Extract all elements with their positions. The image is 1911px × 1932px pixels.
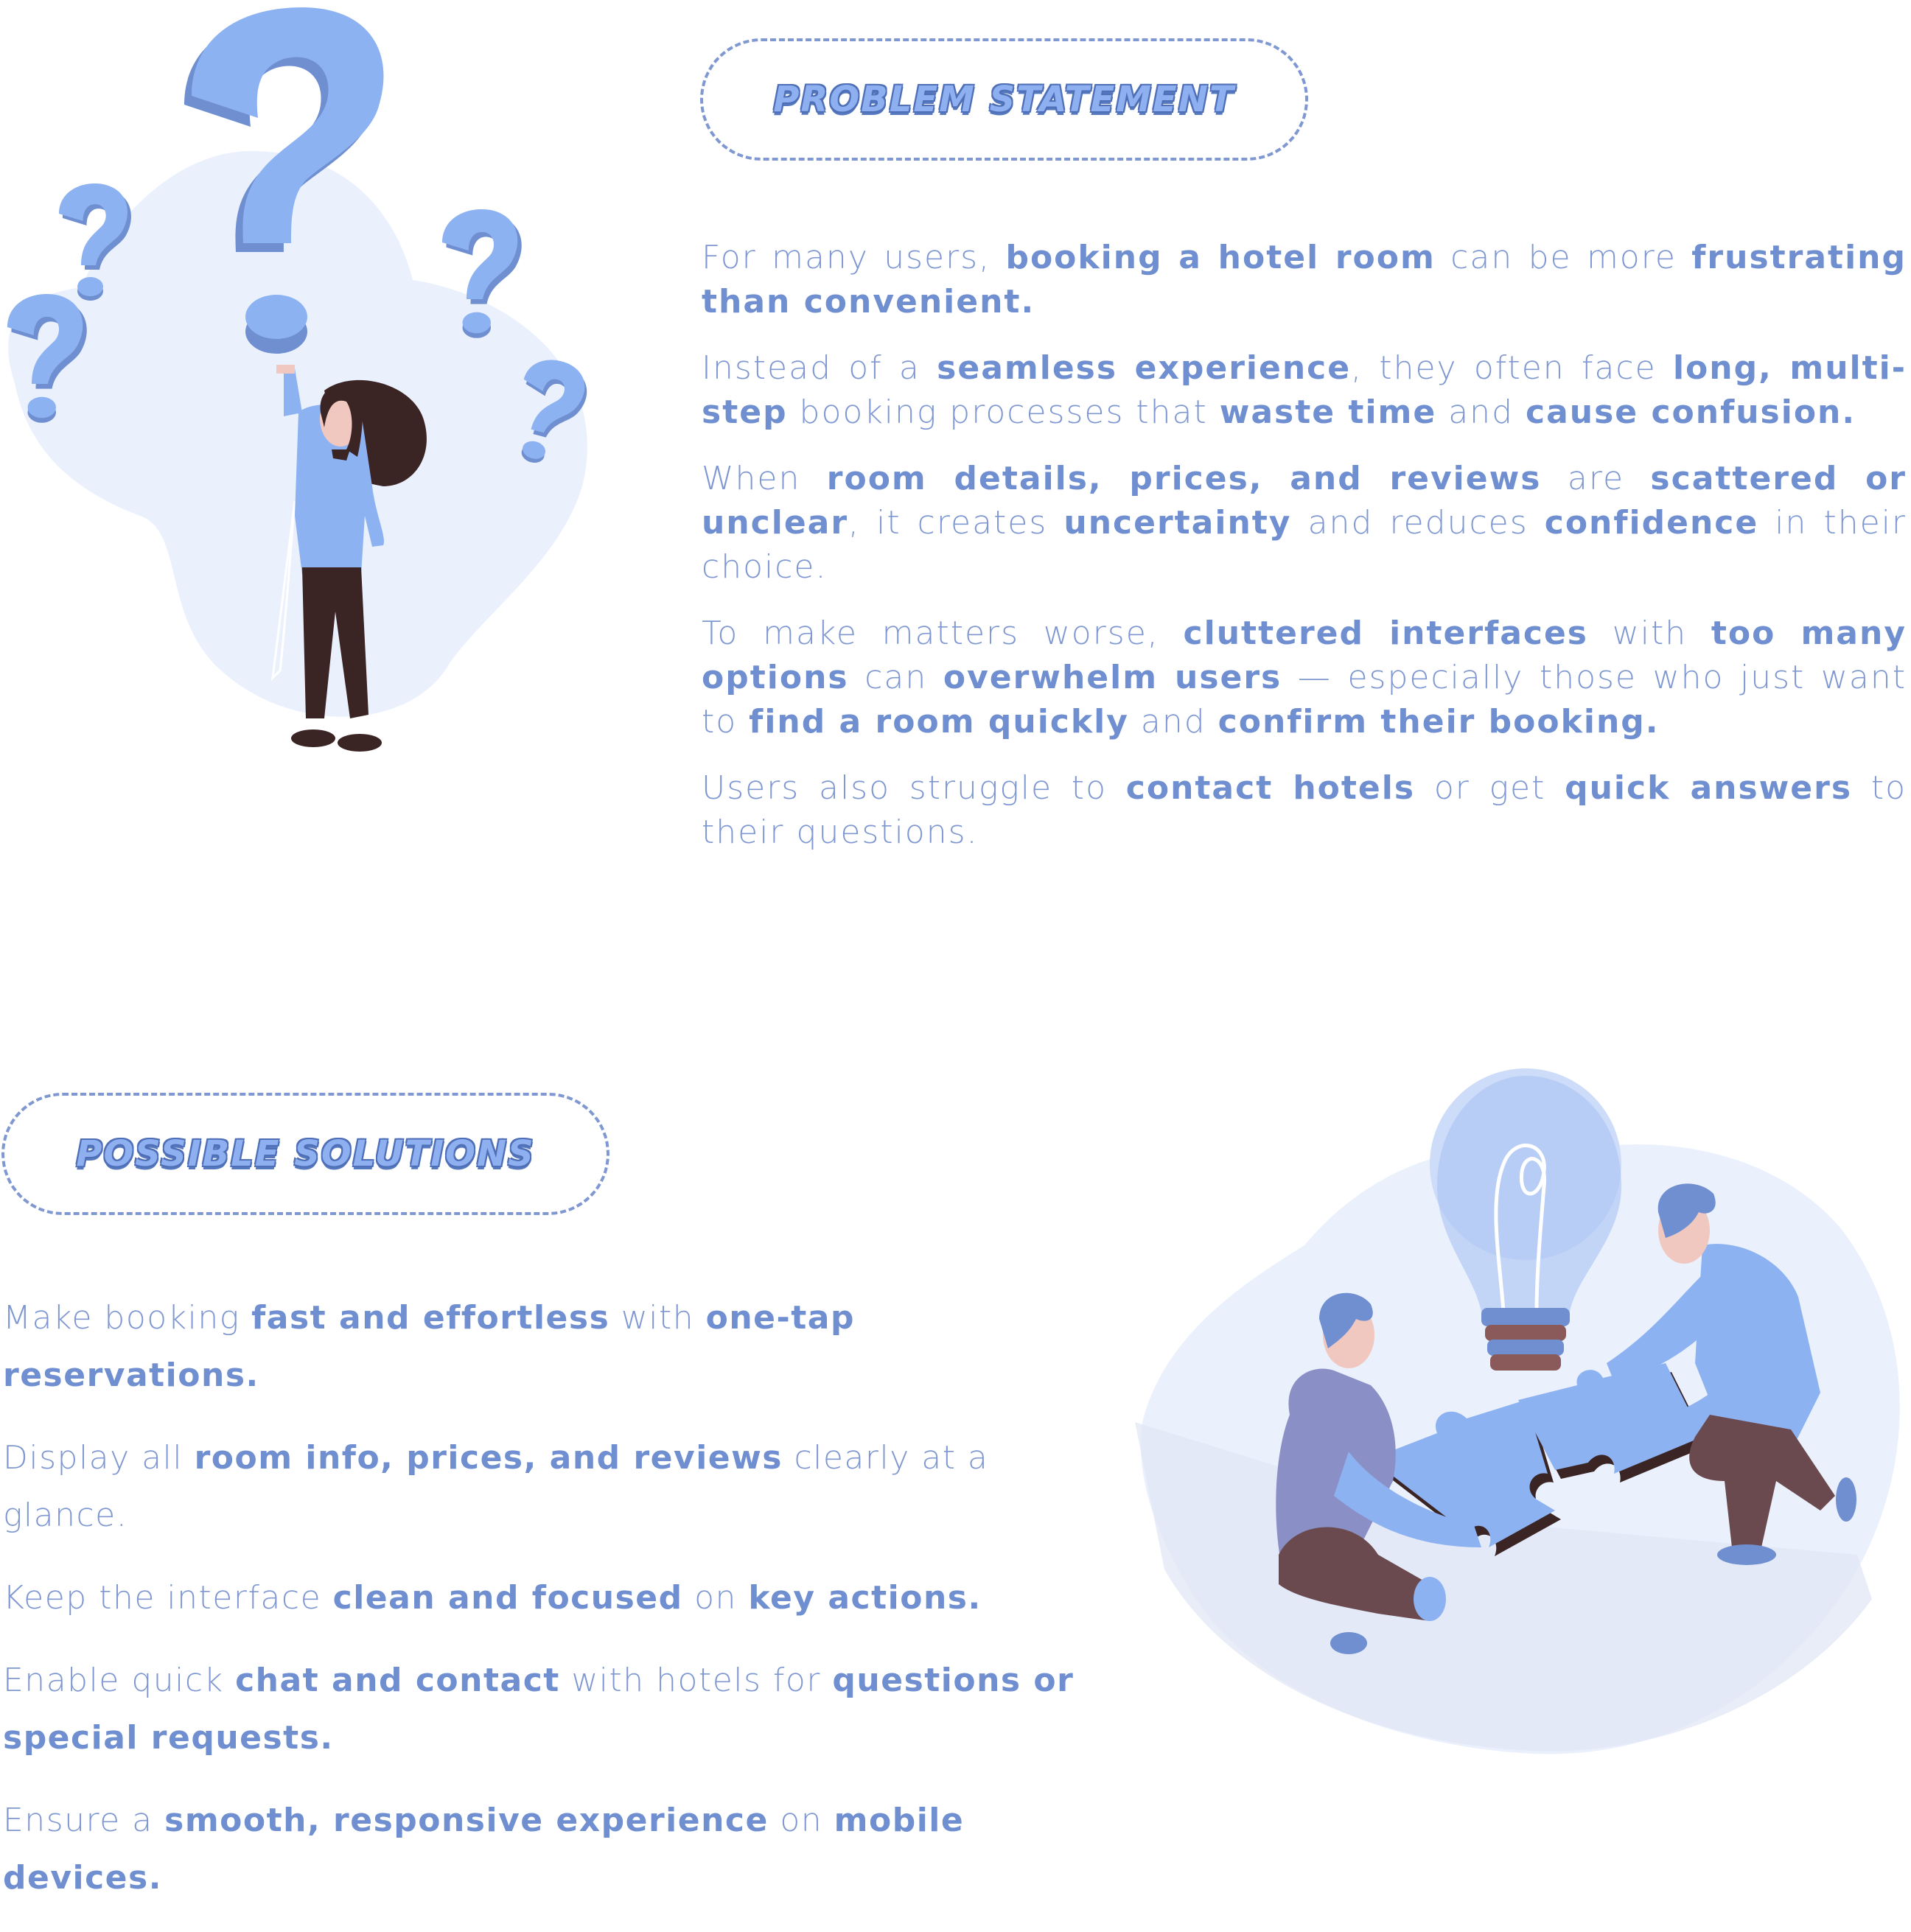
solution-paragraph: Display all room info, prices, and revie…	[3, 1429, 1094, 1544]
problem-statement-header: PROBLEM STATEMENT	[700, 38, 1308, 161]
possible-solutions-body: Make booking fast and effortless with on…	[3, 1289, 1094, 1932]
body-text: on	[768, 1802, 834, 1839]
body-text: When	[702, 460, 827, 497]
body-text: can be more	[1435, 239, 1692, 276]
body-text: To make matters worse,	[702, 615, 1184, 652]
emphasis-text: contact hotels	[1125, 769, 1416, 807]
emphasis-text: booking a hotel room	[1005, 239, 1436, 276]
body-text: Users also struggle to	[702, 769, 1126, 807]
body-text: or get	[1415, 769, 1565, 807]
body-text: and	[1436, 393, 1526, 431]
body-text: are	[1541, 460, 1651, 497]
problem-statement-body: For many users, booking a hotel room can…	[702, 236, 1907, 877]
body-text: and	[1128, 703, 1218, 741]
emphasis-text: key actions.	[748, 1579, 982, 1617]
body-text: on	[682, 1579, 749, 1617]
body-text: booking processes that	[787, 393, 1220, 431]
body-text: and reduces	[1291, 504, 1545, 542]
problem-paragraph: To make matters worse, cluttered interfa…	[702, 612, 1907, 744]
problem-paragraph: When room details, prices, and reviews a…	[702, 457, 1907, 589]
emphasis-text: cluttered interfaces	[1183, 615, 1588, 652]
emphasis-text: smooth, responsive experience	[164, 1802, 769, 1839]
body-text: Make booking	[3, 1299, 252, 1337]
body-text: Enable quick	[3, 1662, 236, 1699]
emphasis-text: room info, prices, and reviews	[194, 1439, 783, 1477]
emphasis-text: quick answers	[1565, 769, 1853, 807]
body-text: , it creates	[848, 504, 1064, 542]
problem-statement-title: PROBLEM STATEMENT	[773, 79, 1235, 120]
solution-paragraph: Keep the interface clean and focused on …	[3, 1569, 1094, 1627]
emphasis-text: waste time	[1219, 393, 1437, 431]
solution-paragraph: Ensure a smooth, responsive experience o…	[3, 1792, 1094, 1907]
puzzle-teamwork-illustration	[1135, 1068, 1900, 1754]
possible-solutions-header: POSSIBLE SOLUTIONS	[1, 1093, 609, 1215]
solution-paragraph: Enable quick chat and contact with hotel…	[3, 1652, 1094, 1767]
problem-paragraph: Instead of a seamless experience, they o…	[702, 346, 1907, 435]
emphasis-text: confirm their booking.	[1217, 703, 1660, 741]
body-text: with hotels for	[559, 1662, 833, 1699]
emphasis-text: find a room quickly	[749, 703, 1129, 741]
emphasis-text: confidence	[1544, 504, 1759, 542]
body-text: can	[848, 659, 943, 696]
body-text: with	[1588, 615, 1711, 652]
emphasis-text: uncertainty	[1063, 504, 1292, 542]
body-text: Instead of a	[702, 349, 937, 387]
emphasis-text: seamless experience	[937, 349, 1352, 387]
emphasis-text: clean and focused	[332, 1579, 683, 1617]
body-text: Ensure a	[3, 1802, 165, 1839]
emphasis-text: room details, prices, and reviews	[826, 460, 1542, 497]
problem-paragraph: For many users, booking a hotel room can…	[702, 236, 1907, 324]
body-text: , they often face	[1351, 349, 1673, 387]
emphasis-text: cause confusion.	[1526, 393, 1856, 431]
body-text: Display all	[3, 1439, 195, 1477]
emphasis-text: overwhelm users	[943, 659, 1282, 696]
emphasis-text: fast and effortless	[251, 1299, 610, 1337]
emphasis-text: chat and contact	[235, 1662, 560, 1699]
body-text: with	[609, 1299, 706, 1337]
solution-paragraph: Make booking fast and effortless with on…	[3, 1289, 1094, 1404]
possible-solutions-title: POSSIBLE SOLUTIONS	[76, 1133, 535, 1175]
body-text: For many users,	[702, 239, 1006, 276]
question-marks-illustration	[7, 7, 587, 752]
problem-paragraph: Users also struggle to contact hotels or…	[702, 766, 1907, 855]
body-text: Keep the interface	[3, 1579, 333, 1617]
